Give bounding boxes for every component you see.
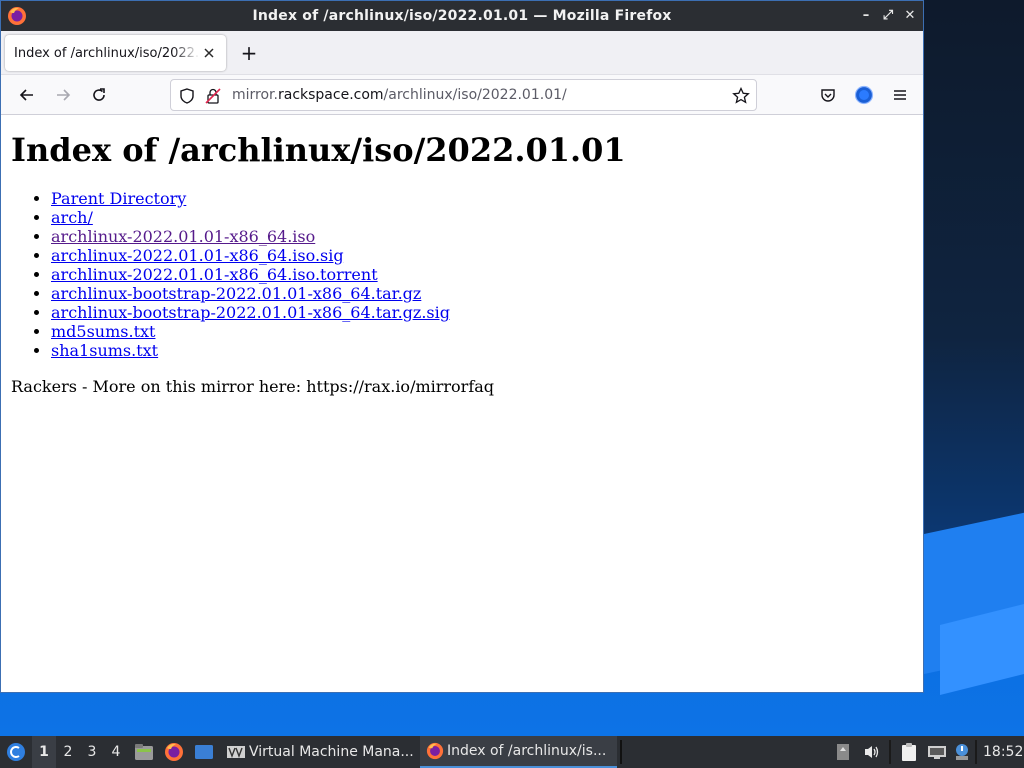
taskbar-separator (889, 740, 891, 764)
workspace-1[interactable]: 1 (32, 736, 56, 768)
updates-icon (837, 744, 849, 760)
task-firefox[interactable]: Index of /archlinux/is... (420, 736, 617, 768)
file-list: Parent Directory arch/ archlinux-2022.01… (51, 189, 913, 360)
maximize-button[interactable]: ⤢ (881, 7, 895, 23)
minimize-button[interactable]: – (859, 7, 873, 23)
reload-button[interactable] (87, 83, 111, 107)
tray-clipboard[interactable] (898, 736, 920, 768)
bookmark-star-icon[interactable] (732, 87, 750, 105)
taskbar-separator (620, 740, 622, 764)
link-bootstrap[interactable]: archlinux-bootstrap-2022.01.01-x86_64.ta… (51, 284, 421, 303)
url-host: rackspace.com (277, 87, 384, 103)
notification-icon (956, 744, 968, 760)
account-icon (854, 85, 874, 105)
link-iso[interactable]: archlinux-2022.01.01-x86_64.iso (51, 227, 315, 246)
firefox-icon (165, 743, 183, 761)
list-item: archlinux-bootstrap-2022.01.01-x86_64.ta… (51, 303, 913, 322)
link-sha1sums[interactable]: sha1sums.txt (51, 341, 158, 360)
list-item: archlinux-bootstrap-2022.01.01-x86_64.ta… (51, 284, 913, 303)
tab-title: Index of /archlinux/iso/2022.01.01/ (14, 45, 200, 61)
list-item: archlinux-2022.01.01-x86_64.iso.torrent (51, 265, 913, 284)
page-heading: Index of /archlinux/iso/2022.01.01 (11, 131, 626, 169)
close-window-button[interactable]: ✕ (903, 7, 917, 23)
pocket-button[interactable] (816, 83, 840, 107)
new-tab-button[interactable]: + (237, 41, 261, 65)
task-virtual-machine-manager[interactable]: Virtual Machine Mana... (222, 736, 415, 768)
clipboard-icon (902, 743, 916, 761)
network-icon (928, 746, 946, 759)
url-prefix: mirror. (232, 87, 278, 103)
volume-icon (865, 746, 879, 758)
virt-manager-icon (227, 746, 245, 758)
file-manager-launcher[interactable] (133, 736, 155, 768)
navigation-toolbar: mirror.rackspace.com/archlinux/iso/2022.… (1, 75, 923, 115)
desktop-launcher[interactable] (193, 736, 215, 768)
debian-swirl-icon (7, 743, 25, 761)
hamburger-menu-icon (894, 90, 906, 100)
forward-button[interactable] (51, 83, 75, 107)
list-item: sha1sums.txt (51, 341, 913, 360)
app-menu-button[interactable] (888, 83, 912, 107)
start-menu-button[interactable] (4, 736, 28, 768)
wallpaper-shape (924, 0, 1024, 560)
firefox-icon (426, 742, 444, 760)
back-button[interactable] (15, 83, 39, 107)
list-item: arch/ (51, 208, 913, 227)
link-parent-directory[interactable]: Parent Directory (51, 189, 186, 208)
firefox-icon (8, 7, 26, 25)
task-label: Index of /archlinux/is... (447, 743, 607, 759)
workspace-3[interactable]: 3 (80, 736, 104, 768)
link-md5sums[interactable]: md5sums.txt (51, 322, 155, 341)
link-arch-dir[interactable]: arch/ (51, 208, 93, 227)
link-bootstrap-sig[interactable]: archlinux-bootstrap-2022.01.01-x86_64.ta… (51, 303, 450, 322)
task-label: Virtual Machine Mana... (249, 744, 414, 760)
list-item: archlinux-2022.01.01-x86_64.iso.sig (51, 246, 913, 265)
workspace-4[interactable]: 4 (104, 736, 128, 768)
clock[interactable]: 18:52 (983, 736, 1023, 768)
window-title: Index of /archlinux/iso/2022.01.01 — Moz… (252, 8, 672, 24)
taskbar-separator (975, 740, 977, 764)
window-controls: – ⤢ ✕ (859, 7, 917, 23)
firefox-launcher[interactable] (163, 736, 185, 768)
reload-icon (93, 88, 105, 101)
tray-volume[interactable] (862, 736, 882, 768)
tray-updates[interactable] (834, 736, 852, 768)
tray-network[interactable] (926, 736, 948, 768)
url-bar[interactable]: mirror.rackspace.com/archlinux/iso/2022.… (170, 79, 757, 111)
taskbar: 1 2 3 4 Virtual Machine Mana... Index of… (0, 736, 1024, 768)
tab-strip: Index of /archlinux/iso/2022.01.01/ + (1, 31, 923, 75)
list-item: md5sums.txt (51, 322, 913, 341)
back-arrow-icon (19, 89, 33, 101)
tab-index-archlinux[interactable]: Index of /archlinux/iso/2022.01.01/ (5, 35, 226, 71)
page-content: Index of /archlinux/iso/2022.01.01 Paren… (1, 115, 923, 692)
list-item: Parent Directory (51, 189, 913, 208)
workspace-2[interactable]: 2 (56, 736, 80, 768)
firefox-window: Index of /archlinux/iso/2022.01.01 — Moz… (0, 0, 924, 693)
close-icon[interactable] (200, 44, 218, 62)
account-button[interactable] (852, 83, 876, 107)
insecure-lock-icon[interactable] (204, 87, 222, 105)
forward-arrow-icon (57, 89, 71, 101)
shield-icon[interactable] (178, 87, 196, 105)
link-iso-sig[interactable]: archlinux-2022.01.01-x86_64.iso.sig (51, 246, 344, 265)
window-titlebar[interactable]: Index of /archlinux/iso/2022.01.01 — Moz… (1, 1, 923, 31)
pocket-icon (821, 89, 835, 102)
mirror-note: Rackers - More on this mirror here: http… (11, 377, 495, 396)
list-item: archlinux-2022.01.01-x86_64.iso (51, 227, 913, 246)
link-iso-torrent[interactable]: archlinux-2022.01.01-x86_64.iso.torrent (51, 265, 378, 284)
tray-notifications[interactable] (952, 736, 972, 768)
url-path: /archlinux/iso/2022.01.01/ (383, 87, 567, 103)
show-desktop-icon (195, 745, 213, 759)
url-text[interactable]: mirror.rackspace.com/archlinux/iso/2022.… (232, 87, 567, 103)
file-manager-icon (135, 744, 153, 760)
